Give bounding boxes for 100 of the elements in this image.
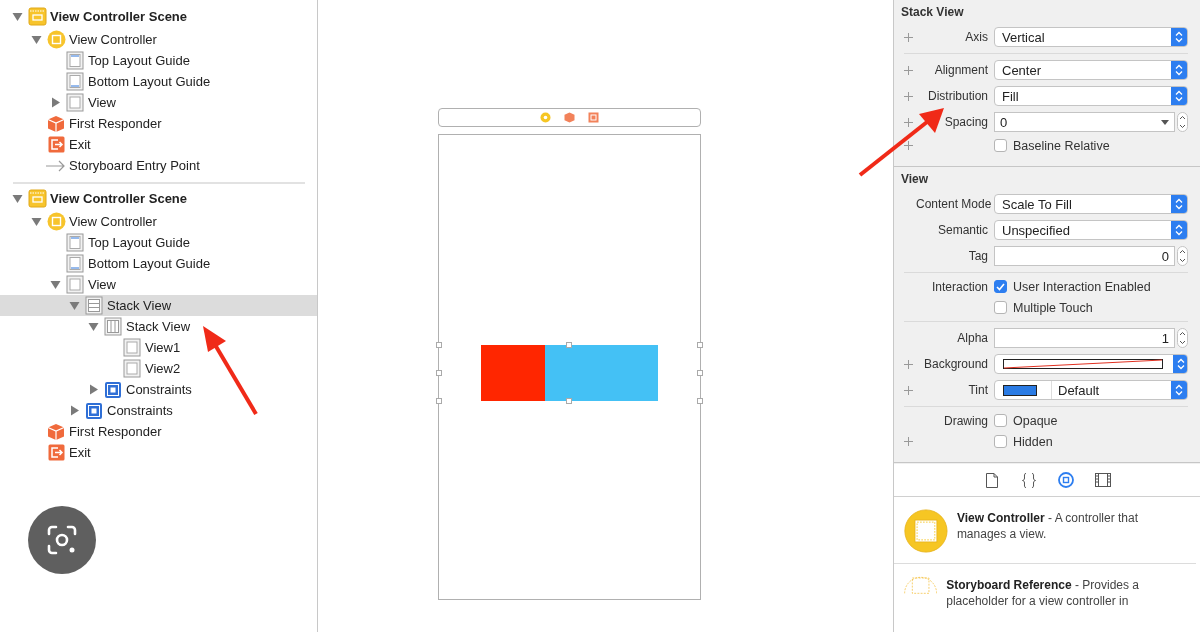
popup-button[interactable]: Fill bbox=[994, 86, 1188, 106]
section-title: Stack View bbox=[900, 4, 965, 21]
property-label: Distribution bbox=[926, 89, 988, 103]
outline-row[interactable]: Exit bbox=[0, 442, 317, 463]
view-controller-icon[interactable] bbox=[540, 112, 551, 123]
disclosure-triangle-icon[interactable] bbox=[50, 279, 61, 290]
dropdown-caret-icon[interactable] bbox=[1161, 119, 1169, 125]
disclosure-triangle-icon[interactable] bbox=[69, 300, 80, 311]
stepper[interactable] bbox=[1177, 246, 1188, 266]
outline-row[interactable]: View bbox=[0, 274, 317, 295]
disclosure-triangle-icon[interactable] bbox=[50, 97, 61, 108]
outline-row[interactable]: Constraints bbox=[0, 400, 317, 421]
property-label: Alpha bbox=[956, 331, 988, 345]
outline-row[interactable]: Top Layout Guide bbox=[0, 232, 317, 253]
up-down-chevron-icon bbox=[1175, 198, 1183, 210]
popup-button[interactable]: Unspecified bbox=[994, 220, 1188, 240]
number-field[interactable]: 1 bbox=[994, 328, 1175, 348]
outline-row[interactable]: Bottom Layout Guide bbox=[0, 71, 317, 92]
outline-row[interactable]: View Controller Scene bbox=[0, 185, 317, 211]
resize-handle[interactable] bbox=[436, 370, 442, 376]
disclosure-triangle-icon[interactable] bbox=[31, 216, 42, 227]
property-label: Axis bbox=[964, 30, 988, 44]
color-popup[interactable] bbox=[994, 354, 1188, 374]
outline-row[interactable]: Storyboard Entry Point bbox=[0, 155, 317, 176]
cube-icon[interactable] bbox=[564, 112, 575, 123]
exit-icon[interactable] bbox=[588, 112, 599, 123]
checkbox[interactable] bbox=[994, 301, 1007, 314]
cube-icon bbox=[47, 422, 65, 441]
outline-row[interactable]: Exit bbox=[0, 134, 317, 155]
stepper[interactable] bbox=[1177, 328, 1188, 348]
plus-icon[interactable] bbox=[904, 91, 913, 101]
popup-button[interactable]: Scale To Fill bbox=[994, 194, 1188, 214]
resize-handle[interactable] bbox=[697, 342, 703, 348]
disclosure-triangle-icon[interactable] bbox=[12, 192, 23, 204]
popup-button[interactable]: Center bbox=[994, 60, 1188, 80]
up-down-chevron-icon bbox=[1175, 384, 1183, 396]
disclosure-triangle-icon[interactable] bbox=[88, 384, 99, 395]
plus-icon[interactable] bbox=[904, 117, 913, 127]
disclosure-triangle-icon[interactable] bbox=[12, 10, 23, 22]
resize-handle[interactable] bbox=[436, 342, 442, 348]
section-title: View bbox=[900, 171, 930, 188]
property-label: Tag bbox=[967, 249, 988, 263]
outline-row[interactable]: Top Layout Guide bbox=[0, 50, 317, 71]
library-tab[interactable] bbox=[1093, 471, 1112, 489]
bottom-guide-icon bbox=[66, 72, 84, 91]
exit-icon bbox=[47, 444, 65, 461]
combo-field[interactable]: 0 bbox=[994, 112, 1175, 132]
plus-icon[interactable] bbox=[904, 385, 913, 395]
plus-icon[interactable] bbox=[904, 141, 913, 150]
resize-handle[interactable] bbox=[566, 398, 572, 404]
plus-icon[interactable] bbox=[904, 32, 913, 42]
outline-row[interactable]: First Responder bbox=[0, 421, 317, 442]
checkbox[interactable] bbox=[994, 435, 1007, 448]
view-icon bbox=[123, 359, 141, 378]
plus-icon[interactable] bbox=[904, 65, 913, 75]
resize-handle[interactable] bbox=[697, 370, 703, 376]
disclosure-triangle-icon[interactable] bbox=[88, 321, 99, 332]
color-popup[interactable]: Default bbox=[994, 380, 1188, 400]
outline-row[interactable]: View Controller bbox=[0, 211, 317, 232]
view-controller-icon bbox=[46, 212, 66, 231]
stepper[interactable] bbox=[1177, 112, 1188, 132]
popup-button[interactable]: Vertical bbox=[994, 27, 1188, 47]
library-item-description: Storyboard Reference - Provides a placeholder for a view controller in bbox=[946, 577, 1140, 609]
checkbox-label: User Interaction Enabled bbox=[1013, 279, 1151, 294]
number-field[interactable]: 0 bbox=[994, 246, 1175, 266]
checkbox[interactable] bbox=[994, 414, 1007, 427]
constraints-icon bbox=[85, 401, 103, 420]
constraints-icon bbox=[104, 380, 122, 399]
outline-row[interactable]: Constraints bbox=[0, 379, 317, 400]
outline-row[interactable]: View2 bbox=[0, 358, 317, 379]
view-icon bbox=[66, 93, 84, 112]
resize-handle[interactable] bbox=[697, 398, 703, 404]
view-controller-icon bbox=[46, 30, 66, 49]
disclosure-triangle-icon[interactable] bbox=[31, 34, 42, 45]
plus-icon[interactable] bbox=[904, 437, 913, 446]
outline-row[interactable]: Stack View bbox=[0, 316, 317, 337]
library-item-description: View Controller - A controller that manages a view. bbox=[956, 510, 1140, 543]
disclosure-triangle-icon[interactable] bbox=[69, 405, 80, 416]
outline-row[interactable]: View Controller Scene bbox=[0, 3, 317, 29]
outline-row[interactable]: Bottom Layout Guide bbox=[0, 253, 317, 274]
plus-icon[interactable] bbox=[904, 359, 913, 369]
lens-icon bbox=[47, 525, 77, 555]
library-tab[interactable] bbox=[1056, 471, 1075, 489]
top-guide-icon bbox=[66, 51, 84, 70]
outline-row[interactable]: View bbox=[0, 92, 317, 113]
checkbox[interactable] bbox=[994, 139, 1007, 152]
scene-icon bbox=[27, 6, 47, 26]
outline-row[interactable]: View1 bbox=[0, 337, 317, 358]
checkbox-label: Multiple Touch bbox=[1013, 300, 1093, 315]
film-icon bbox=[1094, 473, 1111, 487]
resize-handle[interactable] bbox=[436, 398, 442, 404]
cube-icon bbox=[47, 114, 65, 133]
up-down-chevron-icon bbox=[1175, 90, 1183, 102]
resize-handle[interactable] bbox=[566, 342, 572, 348]
arrow-icon bbox=[46, 159, 66, 172]
checkbox[interactable] bbox=[994, 280, 1007, 293]
outline-row[interactable]: View Controller bbox=[0, 29, 317, 50]
property-label: Alignment bbox=[933, 63, 988, 77]
outline-row[interactable]: First Responder bbox=[0, 113, 317, 134]
outline-row[interactable]: Stack View bbox=[0, 295, 317, 316]
